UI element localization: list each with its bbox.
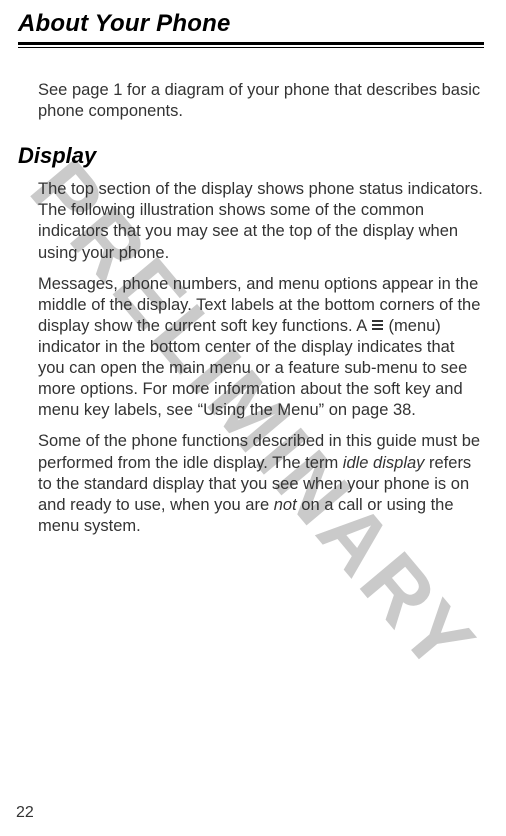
paragraph-3: Some of the phone functions described in… <box>38 431 484 537</box>
paragraph-3-not: not <box>274 496 297 514</box>
title-rule-thick <box>18 42 484 45</box>
intro-paragraph: See page 1 for a diagram of your phone t… <box>38 80 484 121</box>
page-title: About Your Phone <box>18 10 484 38</box>
title-rule-thin <box>18 47 484 48</box>
menu-icon <box>372 320 383 330</box>
section-heading-display: Display <box>18 143 484 169</box>
paragraph-2: Messages, phone numbers, and menu option… <box>38 274 484 422</box>
paragraph-3-idle: idle display <box>343 454 425 472</box>
page-content: About Your Phone See page 1 for a diagra… <box>18 10 484 537</box>
paragraph-1: The top section of the display shows pho… <box>38 179 484 263</box>
page-number: 22 <box>16 804 34 822</box>
